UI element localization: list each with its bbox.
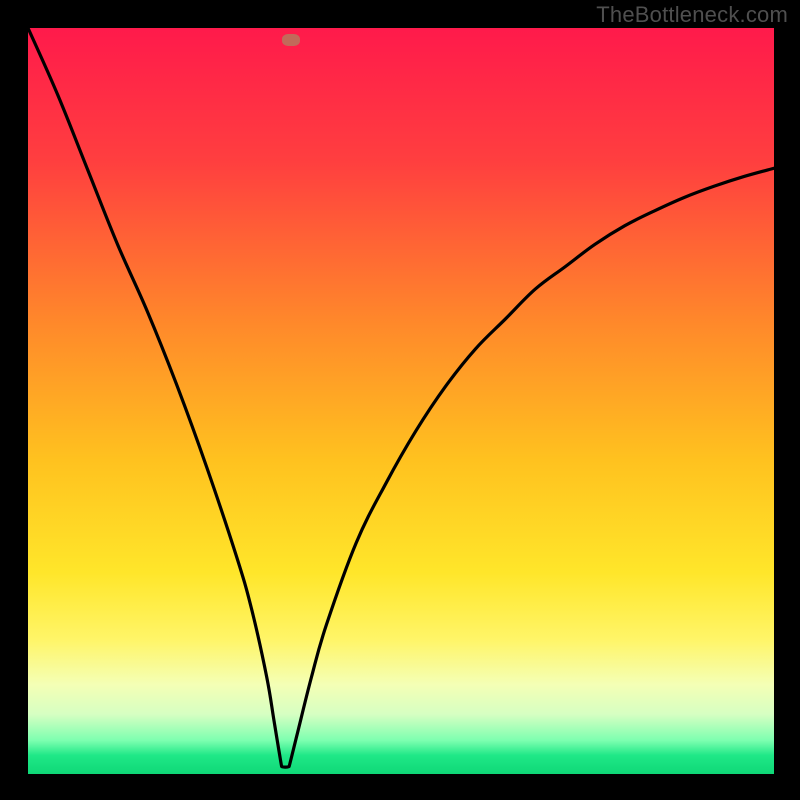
chart-stage: TheBottleneck.com <box>0 0 800 800</box>
watermark-text: TheBottleneck.com <box>596 2 788 28</box>
plot-area <box>28 28 774 774</box>
bottleneck-curve <box>28 28 774 774</box>
optimal-point-marker <box>282 34 300 46</box>
